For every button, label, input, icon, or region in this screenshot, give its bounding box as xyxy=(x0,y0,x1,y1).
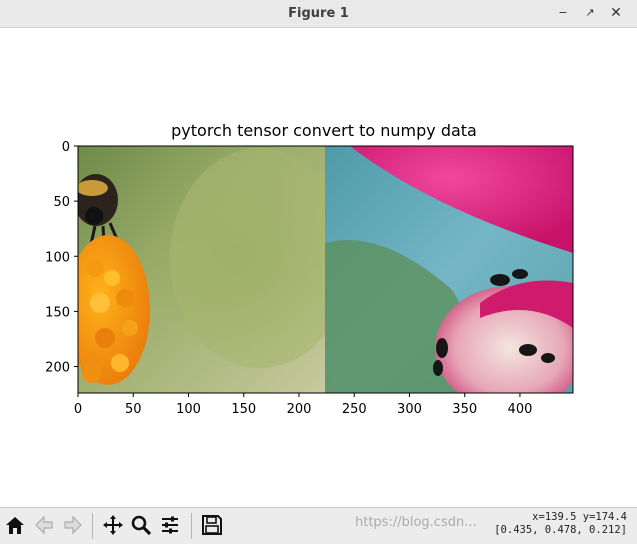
chart-title: pytorch tensor convert to numpy data xyxy=(171,121,477,140)
minimize-button[interactable]: − xyxy=(553,4,573,22)
x-tick-label: 300 xyxy=(397,402,422,417)
zoom-button[interactable] xyxy=(128,511,154,539)
x-tick-label: 100 xyxy=(176,402,201,417)
x-axis: 0 50 100 150 200 250 300 350 400 xyxy=(74,393,533,417)
forward-button[interactable] xyxy=(60,511,86,539)
back-button[interactable] xyxy=(31,511,57,539)
y-axis: 0 50 100 150 200 xyxy=(45,140,78,376)
back-arrow-icon xyxy=(35,515,53,535)
window-title: Figure 1 xyxy=(288,6,349,21)
configure-subplots-button[interactable] xyxy=(157,511,183,539)
plot-svg: pytorch tensor convert to numpy data 0 5… xyxy=(45,121,574,417)
home-button[interactable] xyxy=(2,511,28,539)
window-titlebar: Figure 1 − ↗ ✕ xyxy=(0,0,637,28)
y-tick-label: 150 xyxy=(45,305,70,320)
home-icon xyxy=(6,517,24,534)
x-tick-label: 200 xyxy=(287,402,312,417)
cursor-coordinates: x=139.5 y=174.4 xyxy=(532,511,627,523)
x-tick-label: 150 xyxy=(231,402,256,417)
orange-flower xyxy=(78,235,150,385)
save-button[interactable] xyxy=(199,511,225,539)
y-tick-label: 200 xyxy=(45,361,70,376)
y-tick-label: 0 xyxy=(62,140,70,155)
x-tick-label: 0 xyxy=(74,402,82,417)
close-button[interactable]: ✕ xyxy=(606,4,626,22)
toolbar-separator xyxy=(191,513,192,539)
pan-button[interactable] xyxy=(100,511,126,539)
figure-canvas[interactable]: pytorch tensor convert to numpy data 0 5… xyxy=(0,28,637,507)
maximize-button[interactable]: ↗ xyxy=(580,4,600,22)
x-tick-label: 350 xyxy=(452,402,477,417)
x-tick-label: 400 xyxy=(508,402,533,417)
zoom-icon xyxy=(131,515,152,536)
left-image-bokeh xyxy=(170,148,350,368)
save-icon xyxy=(202,515,222,535)
x-tick-label: 250 xyxy=(342,402,367,417)
y-tick-label: 50 xyxy=(53,195,70,210)
x-tick-label: 50 xyxy=(125,402,142,417)
watermark-text: https://blog.csdn... xyxy=(355,515,477,530)
forward-arrow-icon xyxy=(64,515,82,535)
y-tick-label: 100 xyxy=(45,250,70,265)
toolbar-separator xyxy=(92,513,93,539)
configure-subplots-icon xyxy=(162,516,178,534)
pixel-value-readout: [0.435, 0.478, 0.212] xyxy=(494,524,627,536)
image-content xyxy=(78,146,573,393)
pan-icon xyxy=(103,515,123,535)
